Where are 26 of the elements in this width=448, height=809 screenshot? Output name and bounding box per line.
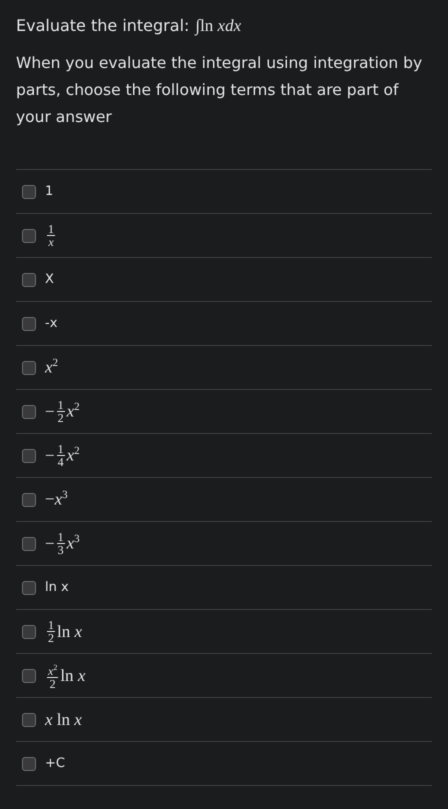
option-label: -x xyxy=(45,316,58,331)
checkbox[interactable] xyxy=(22,492,36,506)
option-label: +C xyxy=(45,756,65,771)
math-expression: 1 x xyxy=(46,223,56,248)
math-expression: −x$^{3}$ xyxy=(45,489,68,510)
checkbox[interactable] xyxy=(22,448,36,462)
option-label: ln x xyxy=(45,580,69,595)
math-expression: x$^{2}$ xyxy=(45,357,58,378)
math-expression: x ln x xyxy=(45,710,82,730)
checkbox[interactable] xyxy=(22,404,36,418)
checkbox[interactable] xyxy=(22,756,36,770)
checkbox[interactable] xyxy=(22,536,36,550)
checkbox[interactable] xyxy=(22,272,36,286)
question-instruction: When you evaluate the integral using integration by parts, choose the following terms that are part of your answer xyxy=(16,53,424,128)
checkbox[interactable] xyxy=(22,712,36,726)
checkbox[interactable] xyxy=(22,228,36,242)
checkbox[interactable] xyxy=(22,360,36,374)
option-label: X xyxy=(45,272,54,287)
checkbox[interactable] xyxy=(22,668,36,682)
option-label: 1 xyxy=(45,184,54,199)
checkbox[interactable] xyxy=(22,580,36,594)
question-prompt: Evaluate the integral: xyxy=(16,15,190,37)
checkbox[interactable] xyxy=(22,184,36,198)
checkbox[interactable] xyxy=(22,316,36,330)
integral-expression: ∫ln xdx xyxy=(195,15,242,38)
checkbox[interactable] xyxy=(22,624,36,638)
